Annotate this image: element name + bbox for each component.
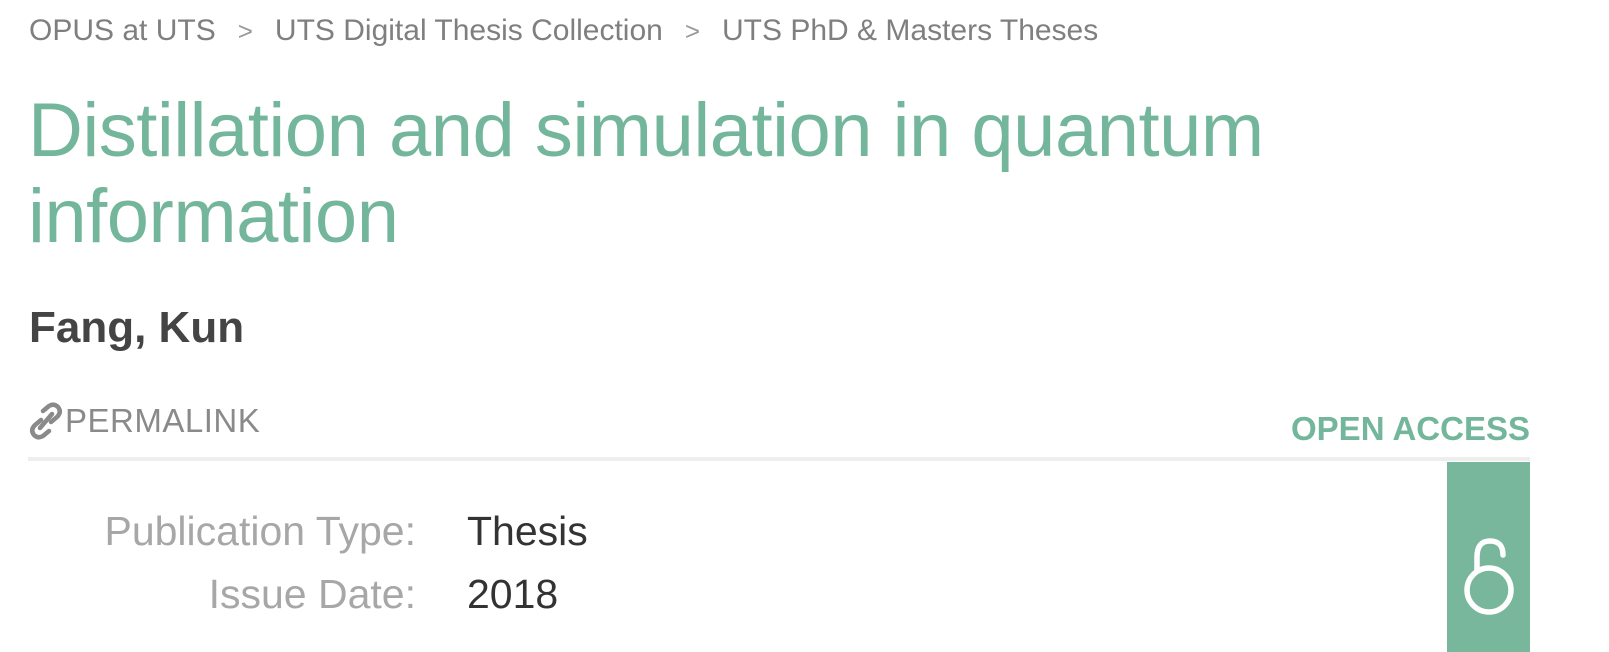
permalink-label: PERMALINK: [65, 402, 261, 439]
permalink-link[interactable]: PERMALINK: [29, 402, 260, 440]
metadata-value: 2018: [467, 571, 559, 617]
metadata-label: Publication Type:: [104, 508, 416, 554]
breadcrumb-link-phd-masters-theses[interactable]: UTS PhD & Masters Theses: [722, 14, 1098, 48]
metadata-label: Issue Date:: [208, 571, 416, 617]
record-title: Distillation and simulation in quantum i…: [28, 88, 1264, 259]
breadcrumb-link-digital-thesis-collection[interactable]: UTS Digital Thesis Collection: [275, 14, 663, 48]
breadcrumb: OPUS at UTS > UTS Digital Thesis Collect…: [29, 14, 1098, 48]
metadata-row-publication-type: Publication Type: Thesis: [0, 508, 700, 568]
link-icon: [29, 402, 63, 440]
breadcrumb-separator: >: [684, 15, 701, 46]
metadata-value: Thesis: [467, 508, 588, 554]
open-access-lock-icon: [1463, 538, 1514, 615]
breadcrumb-link-opus[interactable]: OPUS at UTS: [29, 14, 216, 48]
breadcrumb-separator: >: [237, 15, 253, 46]
open-access-label: OPEN ACCESS: [1291, 410, 1530, 447]
record-author[interactable]: Fang, Kun: [29, 303, 244, 353]
open-access-badge[interactable]: [1447, 462, 1530, 652]
metadata-row-issue-date: Issue Date: 2018: [0, 571, 700, 631]
section-divider: [28, 457, 1530, 461]
